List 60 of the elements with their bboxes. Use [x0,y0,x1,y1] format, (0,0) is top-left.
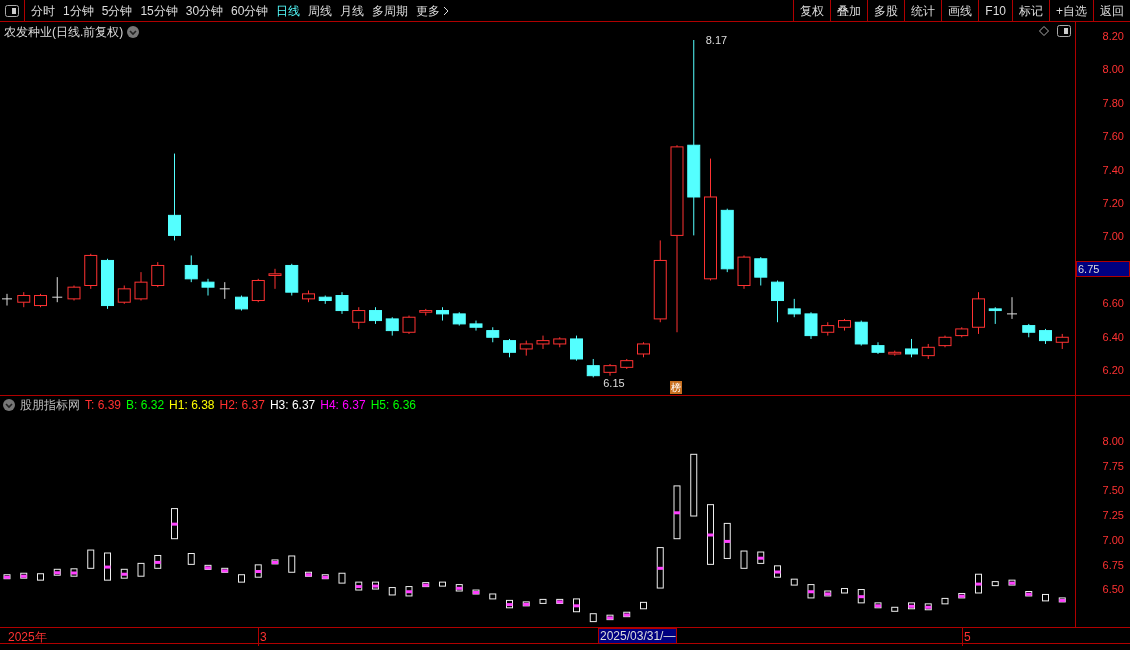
diamond-icon[interactable] [1039,26,1049,36]
toolbar-button[interactable]: F10 [978,0,1012,21]
toolbar-button[interactable]: 叠加 [830,0,868,21]
indicator-name: 股朋指标网 [20,396,80,414]
price-axis-label: 7.20 [1102,196,1124,211]
indicator-value: B: 6.32 [126,396,165,414]
price-axis-label: 7.60 [1102,129,1124,145]
price-axis-label: 6.40 [1102,329,1124,345]
cursor-date-label: 2025/03/31/— [598,628,678,644]
indicator-axis-label: 6.50 [1102,582,1124,598]
indicator-value: H3: 6.37 [269,396,316,414]
toolbar-button[interactable]: +自选 [1049,0,1093,21]
indicator-axis-label: 7.75 [1102,458,1124,474]
period-tab[interactable]: 30分钟 [185,1,224,20]
chart-title: 农发种业(日线.前复权) [4,24,124,41]
indicator-axis-label: 8.00 [1102,434,1124,449]
time-axis-label: 3 [258,628,267,646]
low-price-label: 6.15 [603,376,625,392]
indicator-value: H2: 6.37 [219,396,265,414]
high-price-label: 8.17 [705,33,728,48]
time-axis-label: 2025年 [8,629,47,646]
more-button[interactable]: 更多 [416,1,450,20]
ranking-badge[interactable]: 榜 [670,381,682,394]
price-axis-label: 6.60 [1102,296,1124,312]
price-axis-label: 7.80 [1102,95,1124,111]
period-tab[interactable]: 日线 [276,1,301,20]
toolbar-button[interactable]: 复权 [793,0,831,21]
indicator-value: H1: 6.38 [169,396,215,414]
toolbar-button[interactable]: 画线 [941,0,979,21]
dropdown-icon[interactable] [3,398,15,411]
time-axis-label: 5 [962,628,971,646]
indicator-axis-label: 7.50 [1102,483,1124,499]
period-tab[interactable]: 1分钟 [63,1,94,20]
chevron-right-icon [443,5,450,16]
indicator-axis-label: 7.25 [1102,508,1124,524]
toolbar-button[interactable]: 统计 [904,0,942,21]
price-axis-label: 8.00 [1102,62,1124,78]
price-axis-label: 8.20 [1102,29,1124,44]
period-tab[interactable]: 5分钟 [101,1,133,20]
period-tab[interactable]: 15分钟 [140,1,178,20]
period-tab[interactable]: 多周期 [372,1,409,20]
period-tab[interactable]: 周线 [308,1,333,20]
period-tab[interactable]: 分时 [31,1,55,20]
period-tab[interactable]: 月线 [340,1,365,20]
indicator-axis-label: 6.75 [1102,557,1124,573]
price-axis-label: 6.20 [1102,363,1124,378]
panel-toggle-icon[interactable] [1057,25,1071,37]
indicator-axis-label: 7.00 [1102,532,1124,548]
price-axis-label: 7.00 [1102,229,1124,245]
current-price-tag: 6.75 [1076,261,1130,277]
indicator-value: H5: 6.36 [370,396,417,414]
dropdown-icon[interactable] [127,26,140,38]
price-axis-label: 7.40 [1102,162,1124,178]
toolbar-button[interactable]: 返回 [1093,0,1130,21]
panel-toggle-icon[interactable] [5,4,19,17]
toolbar-button[interactable]: 多股 [867,0,905,21]
period-tab[interactable]: 60分钟 [231,1,269,20]
indicator-value: H4: 6.37 [320,396,366,414]
indicator-value: T: 6.39 [85,396,122,414]
toolbar-button[interactable]: 标记 [1012,0,1049,21]
